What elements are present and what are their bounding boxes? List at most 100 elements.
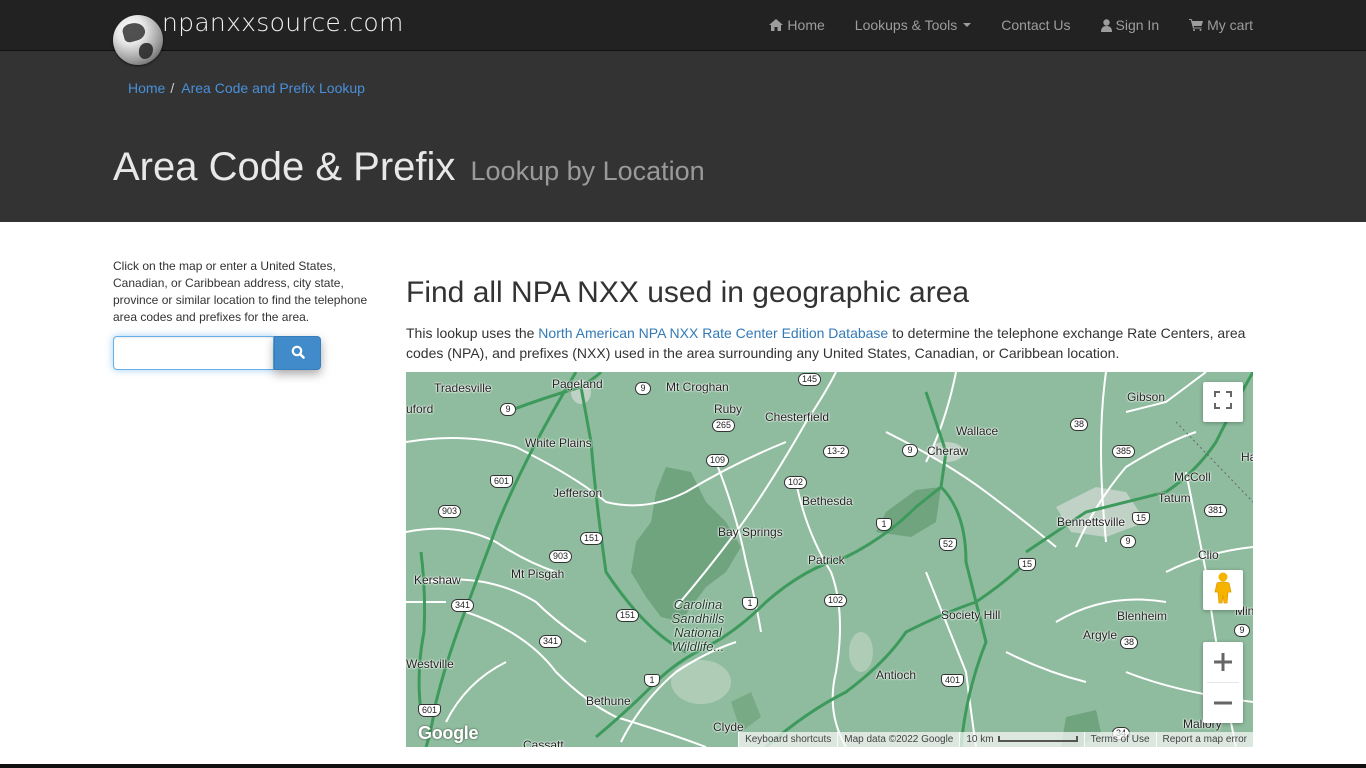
section-description: This lookup uses the North American NPA … [406,323,1256,363]
breadcrumb: Home / Area Code and Prefix Lookup [128,80,365,96]
map-place-label: Society Hill [941,608,1001,622]
zoom-out-button[interactable] [1203,683,1243,723]
map-place-label: Wallace [956,424,999,438]
search-button[interactable] [274,336,321,370]
route-shield: 9 [1120,535,1136,548]
user-icon [1100,18,1112,32]
minus-icon [1214,701,1232,705]
nav-home[interactable]: Home [754,0,839,50]
scale-bar [997,736,1078,743]
map-park-label: Carolina Sandhills National Wildlife... [671,597,725,654]
brand-name: npanxxsource.com [162,8,404,37]
route-shield: 265 [712,419,736,432]
location-search-input[interactable] [113,336,274,370]
nav-cart-label: My cart [1207,17,1253,33]
breadcrumb-current[interactable]: Area Code and Prefix Lookup [181,80,365,96]
map-place-label: Bethesda [802,494,853,508]
map-place-label: Blenheim [1117,609,1168,623]
page-subtitle: Lookup by Location [470,156,705,186]
map-place-label: Cheraw [927,444,969,458]
page-header: Home / Area Code and Prefix Lookup Area … [0,51,1366,222]
map-place-label: Mt Pisgah [511,567,565,581]
street-view-pegman[interactable] [1203,570,1243,610]
location-search-form [113,336,321,370]
map-place-label: Chesterfield [765,410,830,424]
map-place-label: Gibson [1127,390,1166,404]
map-zoom-control [1203,642,1243,723]
route-shield: 341 [539,635,563,648]
globe-logo-icon [113,15,163,65]
google-logo: Google [418,723,479,743]
navbar: npanxxsource.com Home Lookups & Tools Co… [0,0,1366,65]
page-title: Area Code & Prefix Lookup by Location [113,145,705,190]
breadcrumb-home[interactable]: Home [128,80,165,96]
map-attribution-bar: Keyboard shortcuts Map data ©2022 Google… [738,732,1253,747]
map-place-label: Tatum [1158,491,1191,505]
route-shield: 9 [1234,624,1250,637]
map-place-label: uford [406,402,434,416]
map-place-label: Antioch [876,668,917,682]
fullscreen-icon [1214,390,1232,414]
route-shield: 9 [500,403,516,416]
map-fullscreen-button[interactable] [1203,382,1243,422]
terms-of-use-link[interactable]: Terms of Use [1083,732,1156,747]
desc-text-before: This lookup uses the [406,325,539,341]
pegman-icon [1214,572,1232,609]
nav-home-label: Home [787,17,825,33]
route-shield: 151 [580,532,604,545]
report-map-error-link[interactable]: Report a map error [1155,732,1253,747]
route-shield: 9 [635,382,651,395]
map-place-label: McColl [1174,470,1211,484]
section-heading: Find all NPA NXX used in geographic area [406,276,970,309]
map-place-label: Argyle [1083,628,1118,642]
route-shield: 102 [824,594,848,607]
route-shield: 109 [706,454,730,467]
map-place-label: Patrick [808,553,845,567]
route-shield: 341 [451,599,475,612]
route-shield: 38 [1120,636,1139,649]
route-shield: 102 [784,476,808,489]
footer-edge [0,764,1366,768]
nav-sign-in[interactable]: Sign In [1086,0,1175,50]
map-place-label: Cassatt [523,738,564,747]
page-title-main: Area Code & Prefix [113,145,456,189]
route-shield: 903 [549,550,573,563]
map-place-label: Bethune [586,694,631,708]
database-link[interactable]: North American NPA NXX Rate Center Editi… [538,325,888,341]
route-shield: 38 [1070,418,1089,431]
zoom-in-button[interactable] [1203,642,1243,682]
scale-label: 10 km [966,734,994,745]
search-icon [291,345,305,362]
urban-area [671,660,731,704]
route-shield: 13-2 [823,445,850,458]
nav-sign-in-label: Sign In [1115,17,1160,33]
route-shield: 145 [798,373,822,386]
nav-lookups-tools-dropdown[interactable]: Lookups & Tools [840,0,986,50]
map-canvas[interactable]: Tradesville Pageland Mt Croghan Ruby Che… [406,372,1253,747]
map-scale[interactable]: 10 km [959,732,1084,747]
route-shield: 381 [1204,504,1228,517]
route-shield: 401 [941,674,965,687]
route-shield: 15 [1018,558,1037,571]
route-shield: 601 [490,475,514,488]
nav-my-cart[interactable]: My cart [1174,0,1253,50]
route-shield: 385 [1112,445,1136,458]
map-place-label: Kershaw [414,573,461,587]
map-place-label: Mt Croghan [666,380,729,394]
route-shield: 52 [939,538,958,551]
map-place-label: Westville [406,657,454,671]
main-nav: Home Lookups & Tools Contact Us Sign In … [754,0,1253,50]
plus-icon [1214,653,1232,671]
keyboard-shortcuts-link[interactable]: Keyboard shortcuts [738,732,838,747]
map-place-label: Hasty [1241,450,1253,464]
map-place-label: Clio [1198,548,1219,562]
route-shield: 1 [644,674,660,687]
map-place-label: Tradesville [434,381,492,395]
route-shield: 151 [616,609,640,622]
map-place-label: White Plains [525,436,592,450]
lookup-instructions: Click on the map or enter a United State… [113,259,368,324]
map-place-label: Jefferson [553,486,603,500]
route-shield: 1 [742,597,758,610]
route-shield: 1 [876,518,892,531]
nav-contact-us[interactable]: Contact Us [986,0,1085,50]
